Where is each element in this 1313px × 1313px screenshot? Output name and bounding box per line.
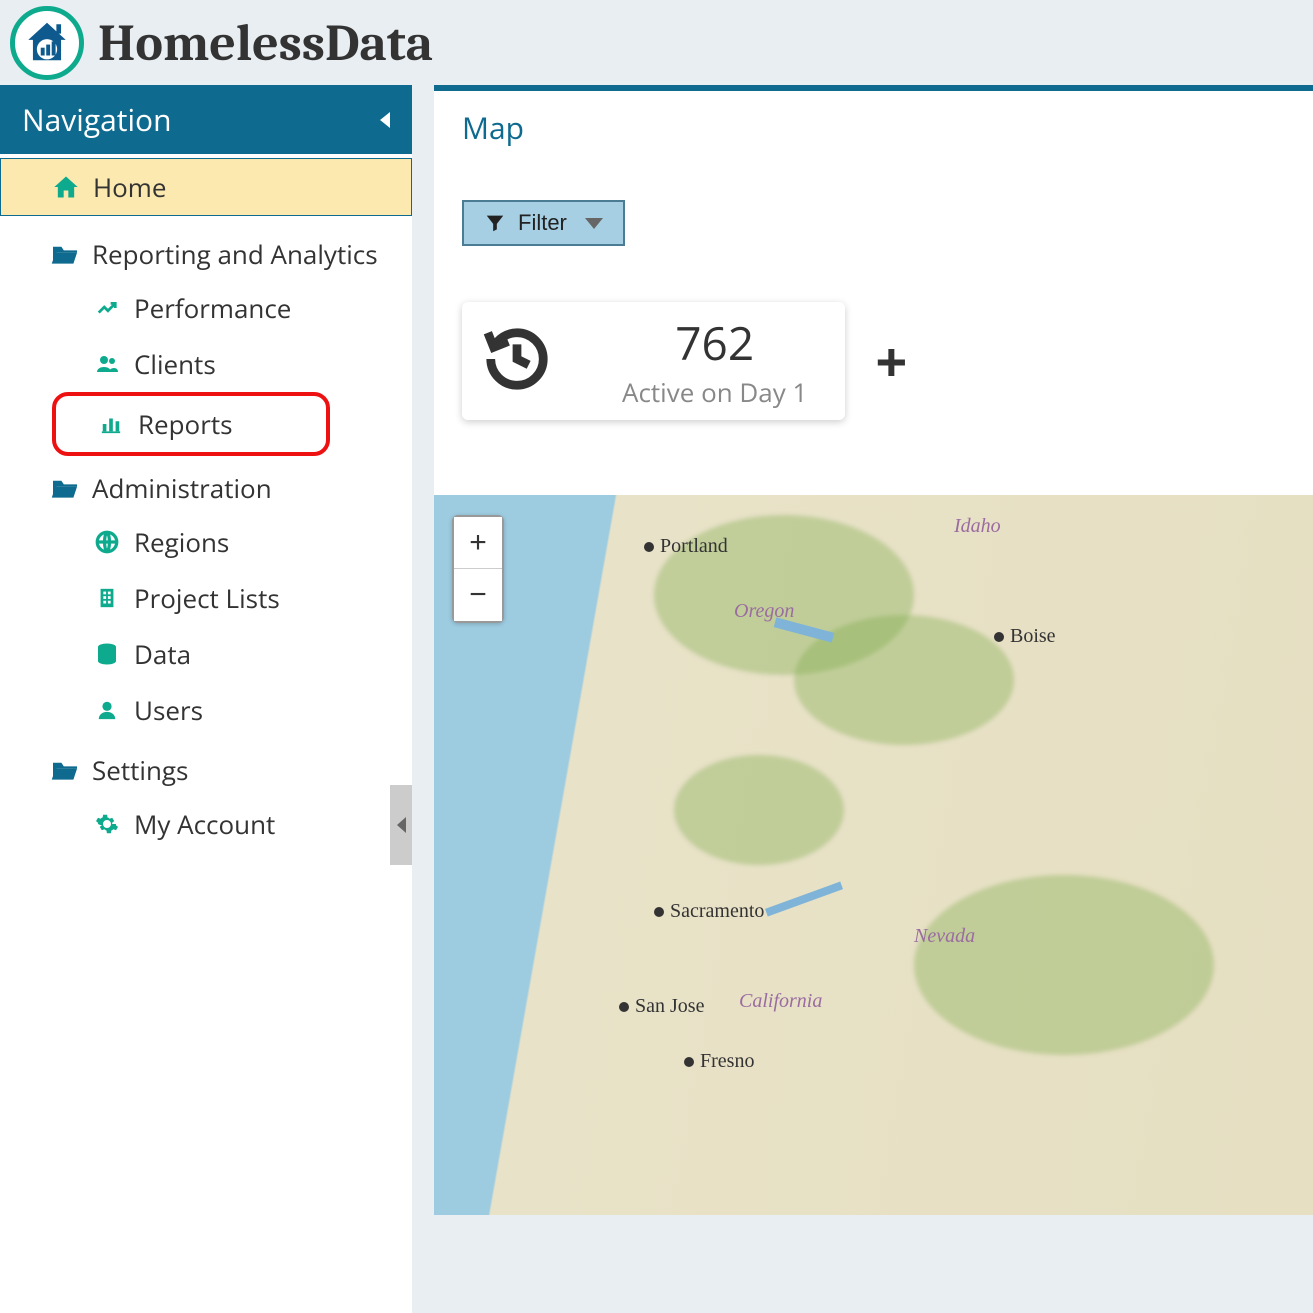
nav-data-label: Data xyxy=(134,636,191,672)
stat-label: Active on Day 1 xyxy=(622,374,807,410)
map-zoom-control: + − xyxy=(452,515,504,623)
database-icon xyxy=(90,641,124,667)
map-city-fresno: Fresno xyxy=(684,1050,754,1073)
nav-section-administration-label: Administration xyxy=(92,470,272,506)
nav-clients[interactable]: Clients xyxy=(0,336,412,392)
add-stat-button[interactable]: + xyxy=(875,333,907,389)
map-area[interactable]: + − Portland Idaho Oregon Boise Sacramen… xyxy=(434,495,1313,1215)
nav-regions-label: Regions xyxy=(134,524,229,560)
sidebar-header[interactable]: Navigation xyxy=(0,85,412,154)
folder-open-icon xyxy=(48,476,82,500)
nav-section-administration[interactable]: Administration xyxy=(0,456,412,514)
filter-icon xyxy=(484,212,506,234)
map-state-idaho: Idaho xyxy=(954,515,1001,538)
chevron-down-icon xyxy=(585,218,603,229)
folder-open-icon xyxy=(48,242,82,266)
sidebar-collapse-handle[interactable] xyxy=(390,785,412,865)
map-city-sacramento: Sacramento xyxy=(654,900,764,923)
stat-card-active[interactable]: 762 Active on Day 1 xyxy=(462,302,845,420)
nav-users-label: Users xyxy=(134,692,203,728)
line-chart-icon xyxy=(90,297,124,319)
map-city-boise: Boise xyxy=(994,625,1056,648)
nav-home-label: Home xyxy=(93,169,166,205)
filter-button[interactable]: Filter xyxy=(462,200,625,246)
map-city-portland: Portland xyxy=(644,535,728,558)
main-content: Map Filter 762 Active on Day 1 + xyxy=(412,85,1313,1313)
nav-regions[interactable]: Regions xyxy=(0,514,412,570)
nav-clients-label: Clients xyxy=(134,346,216,382)
app-header: HomelessData xyxy=(0,0,1313,85)
nav-data[interactable]: Data xyxy=(0,626,412,682)
nav-home[interactable]: Home xyxy=(0,158,412,216)
zoom-in-button[interactable]: + xyxy=(454,517,502,569)
user-icon xyxy=(90,697,124,723)
sidebar: Navigation Home Reporting and Analytics xyxy=(0,85,412,1313)
map-state-nevada: Nevada xyxy=(914,925,975,948)
house-chart-icon xyxy=(22,18,72,68)
nav-my-account-label: My Account xyxy=(134,806,275,842)
nav-reports-label: Reports xyxy=(138,406,232,442)
nav-performance[interactable]: Performance xyxy=(0,280,412,336)
stat-row: 762 Active on Day 1 + xyxy=(462,302,1285,420)
navigation: Home Reporting and Analytics Performance xyxy=(0,154,412,852)
collapse-sidebar-icon xyxy=(380,112,390,128)
chevron-left-icon xyxy=(397,817,406,833)
map-city-sanjose: San Jose xyxy=(619,995,704,1018)
map-state-california: California xyxy=(739,990,822,1013)
sidebar-title: Navigation xyxy=(22,99,172,140)
nav-project-lists[interactable]: Project Lists xyxy=(0,570,412,626)
nav-performance-label: Performance xyxy=(134,290,291,326)
map-panel: Map Filter 762 Active on Day 1 + xyxy=(434,85,1313,495)
nav-project-lists-label: Project Lists xyxy=(134,580,280,616)
bar-chart-icon xyxy=(94,413,128,435)
nav-reports[interactable]: Reports xyxy=(56,396,326,452)
building-icon xyxy=(90,585,124,611)
panel-title: Map xyxy=(462,107,1285,148)
home-icon xyxy=(49,173,83,201)
brand-logo xyxy=(10,6,84,80)
gear-icon xyxy=(90,812,124,836)
filter-label: Filter xyxy=(518,210,567,236)
nav-reports-highlight: Reports xyxy=(52,392,330,456)
globe-icon xyxy=(90,529,124,555)
users-icon xyxy=(90,352,124,376)
nav-section-settings[interactable]: Settings xyxy=(0,738,412,796)
nav-my-account[interactable]: My Account xyxy=(0,796,412,852)
history-icon xyxy=(482,324,552,399)
nav-section-settings-label: Settings xyxy=(92,752,188,788)
folder-open-icon xyxy=(48,758,82,782)
nav-section-reporting[interactable]: Reporting and Analytics xyxy=(0,222,412,280)
zoom-out-button[interactable]: − xyxy=(454,569,502,621)
brand-name: HomelessData xyxy=(98,13,433,73)
map-state-oregon: Oregon xyxy=(734,600,794,623)
stat-value: 762 xyxy=(675,312,754,374)
nav-section-reporting-label: Reporting and Analytics xyxy=(92,236,378,272)
nav-users[interactable]: Users xyxy=(0,682,412,738)
